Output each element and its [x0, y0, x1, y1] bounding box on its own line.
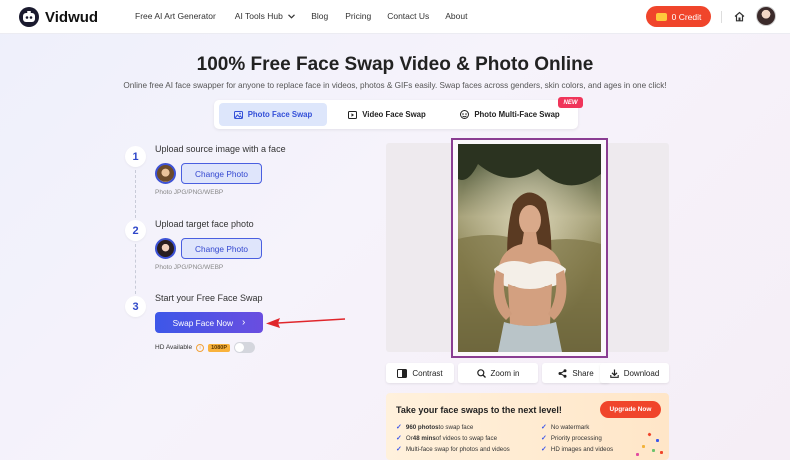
- feature-text: HD images and videos: [550, 445, 614, 453]
- zoom-in-label: Zoom in: [490, 368, 520, 378]
- promo-feature: ✓ No watermark: [541, 423, 590, 432]
- step-2-number: 2: [125, 220, 146, 241]
- page-subtitle: Online free AI face swapper for anyone t…: [123, 81, 667, 90]
- nav-blog[interactable]: Blog: [311, 11, 328, 21]
- upgrade-now-button[interactable]: Upgrade Now: [600, 401, 661, 418]
- step-3-title: Start your Free Face Swap: [155, 293, 263, 303]
- tab-photo-face-swap[interactable]: Photo Face Swap: [219, 103, 327, 126]
- download-button[interactable]: Download: [600, 363, 669, 383]
- feature-text: Multi-face swap for photos and videos: [405, 445, 510, 453]
- result-image-frame: [451, 138, 608, 358]
- main-nav: Free AI Art Generator AI Tools Hub Blog …: [135, 11, 467, 21]
- feature-prefix: Or: [405, 434, 413, 442]
- feature-highlight: 960 photos: [405, 423, 439, 431]
- check-icon: ✓: [396, 446, 402, 453]
- check-icon: ✓: [541, 435, 547, 442]
- source-format-hint: Photo JPG/PNG/WEBP: [155, 189, 224, 196]
- resolution-badge: 1080P: [208, 343, 231, 352]
- download-icon: [609, 369, 619, 378]
- multi-face-icon: [460, 110, 470, 119]
- promo-title: Take your face swaps to the next level!: [396, 405, 562, 415]
- step-1-title: Upload source image with a face: [155, 144, 286, 154]
- promo-feature: ✓ Or 48 mins of videos to swap face: [396, 434, 498, 443]
- contrast-icon: [397, 368, 408, 378]
- feature-highlight: 48 mins: [412, 434, 436, 442]
- hd-toggle[interactable]: [234, 342, 256, 353]
- contrast-label: Contrast: [412, 368, 443, 378]
- header-divider: [721, 11, 722, 23]
- target-face-thumbnail: [155, 238, 176, 259]
- contrast-button[interactable]: Contrast: [386, 363, 454, 383]
- change-target-photo-button[interactable]: Change Photo: [181, 238, 262, 259]
- feature-text: Priority processing: [550, 434, 602, 442]
- zoom-in-button[interactable]: Zoom in: [458, 363, 538, 383]
- hd-option: HD Available i 1080P: [155, 342, 256, 353]
- chevron-down-icon: [288, 14, 296, 19]
- step-3-number: 3: [125, 296, 146, 317]
- mode-tabs: Photo Face Swap Video Face Swap Photo Mu…: [214, 100, 578, 129]
- check-icon: ✓: [396, 435, 402, 442]
- image-icon: [233, 110, 243, 119]
- info-icon[interactable]: i: [196, 343, 205, 352]
- check-icon: ✓: [396, 424, 402, 431]
- swap-face-now-label: Swap Face Now: [172, 317, 234, 328]
- swap-face-now-button[interactable]: Swap Face Now ›: [155, 312, 263, 333]
- home-icon[interactable]: [734, 11, 745, 22]
- nav-ai-tools-hub[interactable]: AI Tools Hub: [234, 11, 296, 21]
- tab-video-face-swap[interactable]: Video Face Swap: [333, 103, 441, 126]
- step-1-number: 1: [125, 146, 146, 167]
- step-2-title: Upload target face photo: [155, 219, 254, 229]
- coin-icon: [655, 12, 667, 21]
- step-connector: [135, 170, 136, 218]
- share-label: Share: [572, 368, 594, 378]
- tab-photo-multi-face-swap[interactable]: Photo Multi-Face Swap: [446, 103, 574, 126]
- feature-text: of videos to swap face: [435, 434, 498, 442]
- check-icon: ✓: [541, 424, 547, 431]
- source-face-thumbnail: [155, 163, 176, 184]
- download-label: Download: [623, 368, 660, 378]
- nav-ai-tools-hub-label: AI Tools Hub: [234, 11, 283, 21]
- check-icon: ✓: [541, 446, 547, 453]
- nav-pricing[interactable]: Pricing: [345, 11, 371, 21]
- tab-photo-multi-face-swap-label: Photo Multi-Face Swap: [474, 110, 560, 119]
- page-title: 100% Free Face Swap Video & Photo Online: [196, 54, 594, 75]
- brand-logo[interactable]: Vidwud: [19, 7, 98, 27]
- header: Vidwud Free AI Art Generator AI Tools Hu…: [0, 0, 790, 34]
- change-source-photo-button[interactable]: Change Photo: [181, 163, 262, 184]
- step-connector: [135, 244, 136, 294]
- promo-feature: ✓ 960 photos to swap face: [396, 423, 474, 432]
- pointer-arrow-icon: [266, 318, 346, 328]
- video-icon: [348, 110, 358, 119]
- logo-icon: [19, 7, 39, 27]
- nav-about[interactable]: About: [445, 11, 467, 21]
- nav-contact-us[interactable]: Contact Us: [387, 11, 429, 21]
- hd-label: HD Available: [155, 344, 193, 351]
- new-badge: NEW: [558, 97, 583, 108]
- credit-label: 0 Credit: [671, 11, 702, 22]
- zoom-icon: [476, 368, 486, 378]
- promo-feature: ✓ Priority processing: [541, 434, 602, 443]
- tab-video-face-swap-label: Video Face Swap: [362, 110, 426, 119]
- chevron-right-icon: ›: [242, 317, 246, 328]
- result-photo: [458, 144, 601, 352]
- feature-text: No watermark: [550, 423, 590, 431]
- share-icon: [558, 368, 567, 378]
- brand-name: Vidwud: [45, 8, 99, 26]
- user-avatar[interactable]: [756, 6, 776, 26]
- nav-ai-art-generator[interactable]: Free AI Art Generator: [135, 11, 216, 21]
- upgrade-promo-card: Take your face swaps to the next level! …: [386, 393, 669, 460]
- feature-text: to swap face: [438, 423, 474, 431]
- toggle-knob: [235, 343, 245, 352]
- promo-feature: ✓ HD images and videos: [541, 445, 614, 454]
- target-format-hint: Photo JPG/PNG/WEBP: [155, 264, 224, 271]
- credit-button[interactable]: 0 Credit: [646, 6, 711, 27]
- tab-photo-face-swap-label: Photo Face Swap: [247, 110, 313, 119]
- promo-feature: ✓ Multi-face swap for photos and videos: [396, 445, 510, 454]
